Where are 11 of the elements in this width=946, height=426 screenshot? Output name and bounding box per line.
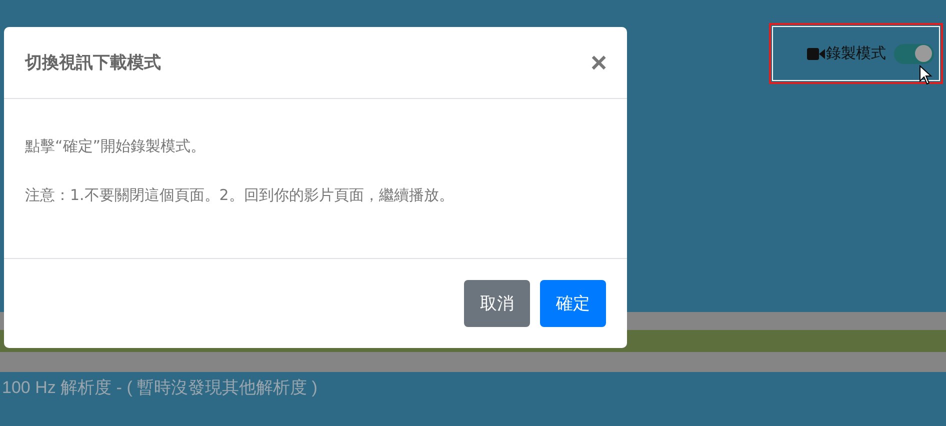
modal-text: 注意：1.不要關閉這個頁面。2。回到你的影片頁面，繼續播放。: [25, 186, 455, 205]
record-mode-label: 錄製模式: [826, 44, 886, 63]
video-camera-icon: [807, 48, 825, 60]
record-mode-toggle[interactable]: [894, 44, 934, 64]
resolution-note: 100 Hz 解析度 - ( 暫時沒發現其他解析度 ): [1, 377, 318, 399]
mouse-cursor-icon: [919, 65, 933, 85]
close-button[interactable]: ×: [590, 48, 607, 76]
cancel-button[interactable]: 取消: [464, 280, 530, 327]
modal-text: 點擊“確定”開始錄製模式。: [25, 137, 207, 156]
confirm-button[interactable]: 確定: [540, 280, 606, 327]
modal-title: 切換視訊下載模式: [25, 52, 161, 74]
